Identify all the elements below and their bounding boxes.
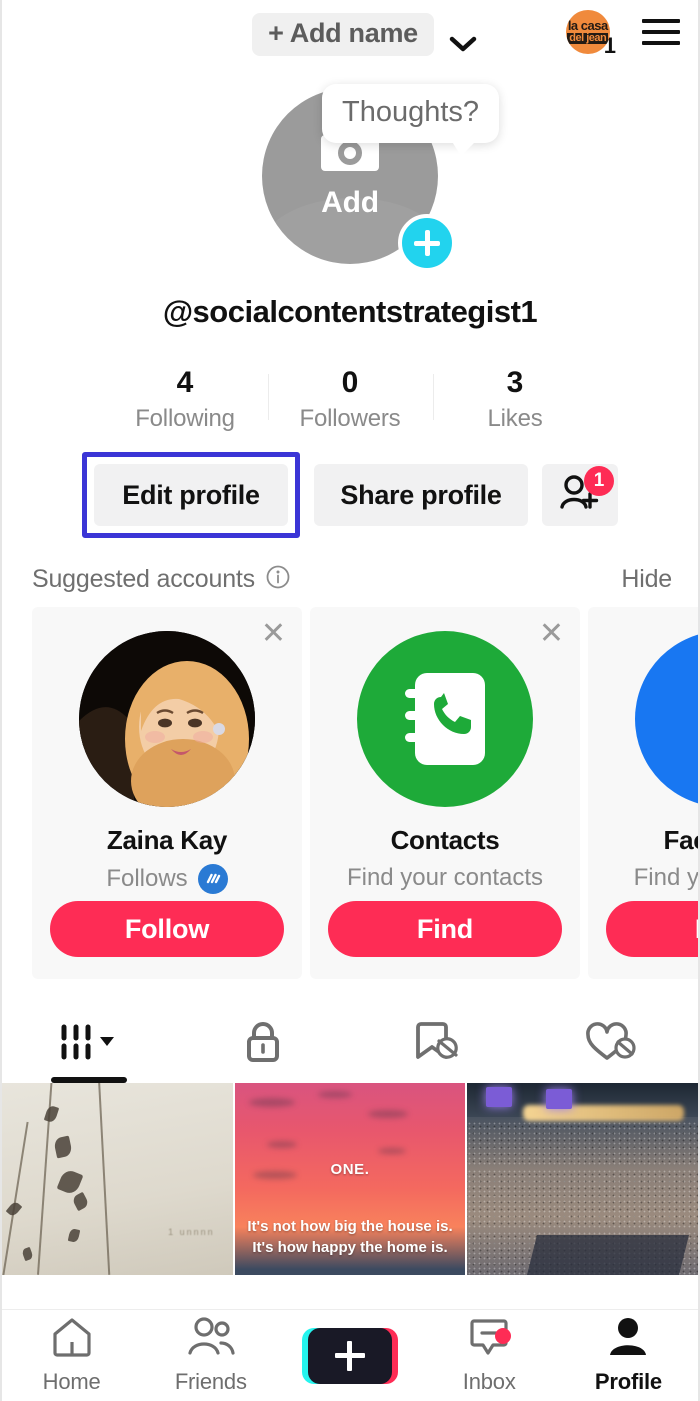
app-header: + Add name la casa del jean 1 [2,0,698,68]
suggested-card-subtitle-text: Follows [106,865,188,892]
avatar-ring: Add Thoughts? [262,84,500,272]
video-overlay-line2: It's how happy the home is. [252,1239,448,1257]
suggested-accounts-carousel[interactable]: ✕ Zaina Kay Follows Follow ✕ Contacts Fi… [2,607,698,979]
stat-likes-label: Likes [487,404,543,432]
video-overlay-title: ONE. [330,1161,370,1178]
brand-avatar-line2: del jean [567,31,609,44]
video-thumbnail[interactable]: ONE. It's not how big the house is. It's… [234,1083,466,1275]
contacts-book-icon [357,631,533,807]
suggested-card-subtitle: Find your friends [634,864,698,892]
suggested-card-subtitle-text: Find your friends [633,864,698,891]
video-overlay-quote: It's not how big the house is. It's how … [235,1216,466,1260]
inbox-badge-dot [494,1328,511,1344]
suggested-card-name: Contacts [390,825,500,855]
stat-followers-label: Followers [299,404,401,432]
stat-following-label: Following [135,404,235,432]
suggested-card-name: Zaina Kay [106,825,228,855]
video-overlay-line1: It's not how big the house is. [247,1217,453,1235]
hamburger-menu-icon[interactable] [642,17,680,47]
tab-saved[interactable] [350,1005,524,1083]
lock-private-icon [241,1018,285,1071]
suggested-card-name: Facebook [663,825,698,855]
nav-item-friends[interactable]: Friends [141,1316,280,1395]
suggested-card-contacts[interactable]: ✕ Contacts Find your contacts Find [310,607,580,979]
profile-avatar-section: Add Thoughts? [2,68,698,298]
avatar[interactable] [79,631,255,807]
follow-button[interactable]: Follow [50,901,284,957]
avatar-add-label: Add [321,185,379,219]
suggested-accounts-header: Suggested accounts Hide [2,538,698,607]
profile-content-tabs [2,1005,698,1083]
suggested-accounts-title: Suggested accounts [32,565,255,593]
bottom-navigation: Home Friends Inbox Profile [2,1309,698,1401]
nav-item-create[interactable] [280,1327,419,1384]
suggested-card-subtitle-text: Find your contacts [346,864,544,891]
suggested-card-account[interactable]: ✕ Zaina Kay Follows Follow [32,607,302,979]
video-thumbnail[interactable]: 1 unnnn [2,1083,233,1275]
stat-likes[interactable]: 3 Likes [432,365,598,433]
stat-followers[interactable]: 0 Followers [267,365,433,433]
tiktok-profile-screen: + Add name la casa del jean 1 Add Though… [0,0,700,1401]
tab-liked[interactable] [524,1005,698,1083]
suggested-card-subtitle: Follows [106,864,228,894]
brand-avatar-line1: la casa [567,18,608,34]
create-plus-icon[interactable] [302,1327,398,1384]
follows-you-badge-icon [197,864,228,894]
find-contacts-button[interactable]: Find [328,901,562,957]
stat-followers-count: 0 [341,365,359,399]
suggested-card-facebook[interactable]: ✕ Facebook Find your friends Find [588,607,698,979]
home-icon [50,1316,94,1363]
grid-posts-icon [58,1021,120,1068]
facebook-icon [635,631,698,807]
stat-following-count: 4 [176,365,194,399]
add-name-button[interactable]: + Add name [252,12,434,56]
suggested-accounts-title-group: Suggested accounts [32,564,291,595]
add-name-control[interactable]: + Add name [252,12,477,56]
close-icon[interactable]: ✕ [539,619,564,649]
edit-profile-button[interactable]: Edit profile [94,464,288,526]
share-profile-button[interactable]: Share profile [314,464,528,526]
hide-suggested-button[interactable]: Hide [621,565,672,594]
find-facebook-button[interactable]: Find [606,901,698,957]
brand-account-switcher[interactable]: la casa del jean 1 [565,10,616,57]
edit-profile-highlight: Edit profile [82,452,300,538]
nav-label-home: Home [42,1369,101,1394]
stat-following[interactable]: 4 Following [103,366,268,433]
friends-icon [186,1316,236,1363]
nav-label-inbox: Inbox [462,1369,516,1394]
profile-stats: 4 Following 0 Followers 3 Likes [2,360,698,438]
profile-action-buttons: Edit profile Share profile 1 [2,452,698,538]
suggested-card-subtitle: Find your contacts [347,864,543,892]
bookmark-off-icon [411,1018,463,1071]
stat-likes-count: 3 [506,365,524,399]
header-right-group: la casa del jean 1 [565,10,680,57]
thoughts-bubble[interactable]: Thoughts? [322,84,500,156]
profile-username: @socialcontentstrategist1 [162,294,538,329]
tab-posts[interactable] [2,1005,176,1083]
nav-item-inbox[interactable]: Inbox [420,1316,559,1395]
nav-item-profile[interactable]: Profile [559,1316,698,1395]
find-friends-button[interactable]: 1 [542,464,618,526]
nav-item-home[interactable]: Home [2,1316,141,1395]
close-icon[interactable]: ✕ [261,619,286,649]
video-grid: 1 unnnn ONE. It's not how big the house … [2,1083,698,1275]
tab-private[interactable] [176,1005,350,1083]
nav-label-friends: Friends [174,1369,247,1394]
info-icon[interactable] [265,564,291,595]
nav-label-profile: Profile [594,1369,662,1394]
find-friends-badge: 1 [584,466,614,496]
brand-avatar-icon[interactable]: la casa del jean [565,10,610,54]
plus-circle-icon[interactable] [398,214,456,272]
profile-person-icon [606,1316,650,1363]
video-thumbnail[interactable] [467,1083,698,1275]
video-overlay-text: 1 unnnn [168,1227,215,1237]
heart-off-icon [583,1018,639,1071]
